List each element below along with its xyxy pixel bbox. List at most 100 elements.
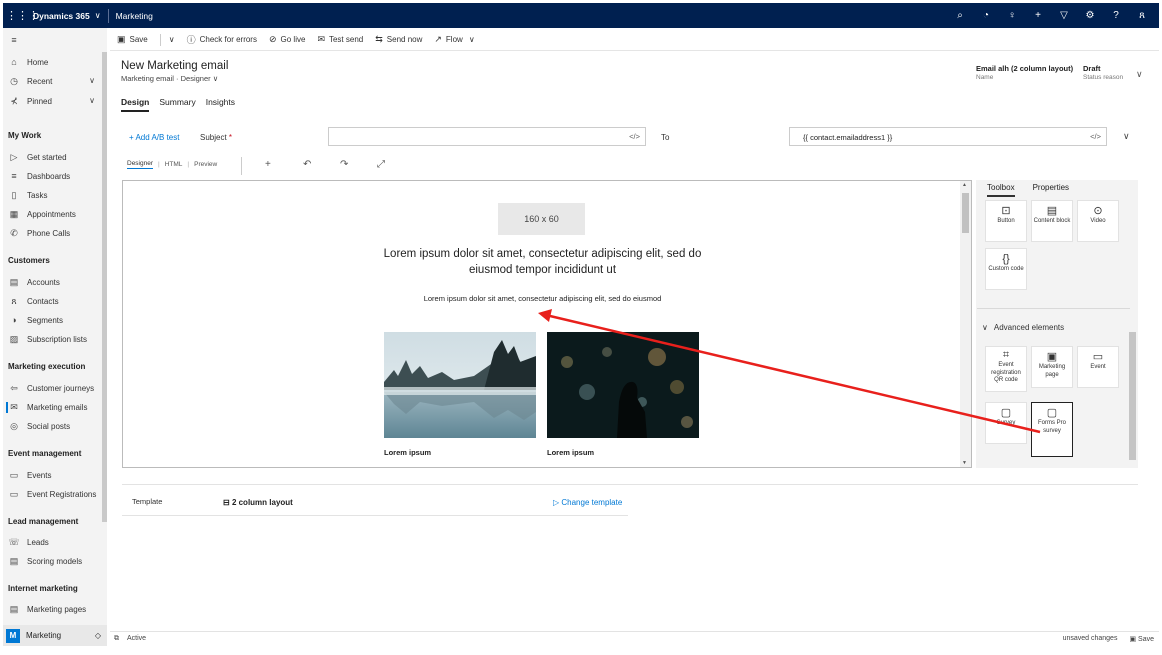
chevron-down-icon[interactable]: ∨ <box>89 96 95 105</box>
sidebar-item-subscription-lists[interactable]: ▨ Subscription lists <box>8 334 87 345</box>
forms-pro-survey-tile[interactable]: ▢ Forms Pro survey <box>1031 402 1073 457</box>
email-heading[interactable]: Lorem ipsum dolor sit amet, consectetur … <box>370 246 715 278</box>
send-icon: ⇆ <box>375 34 383 44</box>
sidebar-item-tasks[interactable]: ▯ Tasks <box>8 190 48 201</box>
qr-icon: ⌗ <box>1002 349 1010 361</box>
scroll-down-icon[interactable]: ▼ <box>962 460 967 466</box>
to-field[interactable]: {{ contact.emailaddress1 }} </> <box>789 127 1107 146</box>
custom-code-tile[interactable]: {} Custom code <box>985 248 1027 290</box>
app-launcher-icon[interactable]: ⋮⋮⋮ <box>6 9 39 22</box>
canvas-scrollbar[interactable]: ▲ ▼ <box>960 181 971 467</box>
video-tile[interactable]: ⊙ Video <box>1077 200 1119 242</box>
code-icon[interactable]: </> <box>1090 132 1101 141</box>
status-bar: ⧉ Active unsaved changes ▣ Save <box>110 631 1159 646</box>
save-options-button[interactable]: ∨ <box>169 35 175 44</box>
event-tile[interactable]: ▭ Event <box>1077 346 1119 388</box>
sidebar-item-customer-journeys[interactable]: ⇦ Customer journeys <box>8 383 94 394</box>
sidebar-item-phone-calls[interactable]: ✆ Phone Calls <box>8 228 70 239</box>
plus-icon[interactable]: + <box>1025 10 1051 21</box>
phone-icon: ✆ <box>10 228 18 238</box>
redo-icon[interactable]: ↷ <box>340 159 348 170</box>
gear-icon[interactable]: ⚙ <box>1077 10 1103 21</box>
area-switcher[interactable]: M Marketing ◇ <box>3 625 107 646</box>
toolbox-scrollbar[interactable] <box>1128 201 1137 468</box>
caption-left[interactable]: Lorem ipsum <box>384 448 431 457</box>
code-icon[interactable]: </> <box>629 132 640 141</box>
area-label: Marketing <box>26 631 62 640</box>
sidebar-item-marketing-pages[interactable]: ▤ Marketing pages <box>8 604 86 615</box>
sidebar-item-dashboards[interactable]: ≡ Dashboards <box>8 171 70 181</box>
sidebar-item-pinned[interactable]: ⊀ Pinned <box>8 96 52 107</box>
sidebar-scrollbar[interactable] <box>102 52 107 522</box>
form-selector[interactable]: Marketing email · Designer ∨ <box>121 74 218 83</box>
template-value[interactable]: ⊟ 2 column layout <box>223 498 293 507</box>
task-icon[interactable]: ◔ <box>973 10 999 21</box>
header-expand-chevron-icon[interactable]: ∨ <box>1136 69 1143 80</box>
sidebar-item-marketing-emails[interactable]: ✉ Marketing emails <box>6 402 87 413</box>
content-block-tile[interactable]: ▤ Content block <box>1031 200 1073 242</box>
sidebar-item-accounts[interactable]: ▤ Accounts <box>8 277 60 288</box>
chevron-down-icon[interactable]: ∨ <box>95 11 101 20</box>
tab-properties[interactable]: Properties <box>1033 183 1069 197</box>
sidebar-item-social-posts[interactable]: ◎ Social posts <box>8 421 70 432</box>
sidebar-item-get-started[interactable]: ▷ Get started <box>8 152 67 163</box>
sidebar-item-home[interactable]: ⌂ Home <box>8 57 48 67</box>
subject-field[interactable]: </> <box>328 127 646 146</box>
help-icon[interactable]: ? <box>1103 10 1129 21</box>
marketing-page-tile[interactable]: ▣ Marketing page <box>1031 346 1073 388</box>
send-now-button[interactable]: ⇆ Send now <box>375 34 422 45</box>
tab-toolbox[interactable]: Toolbox <box>987 183 1015 197</box>
app-name[interactable]: Dynamics 365 <box>33 11 90 21</box>
go-live-button[interactable]: ⊘ Go live <box>269 34 305 45</box>
tab-summary[interactable]: Summary <box>159 97 195 112</box>
sidebar-item-event-registrations[interactable]: ▭ Event Registrations <box>8 489 97 500</box>
scroll-up-icon[interactable]: ▲ <box>962 182 967 188</box>
save-button[interactable]: ▣ Save <box>117 34 148 45</box>
tab-designer[interactable]: Designer <box>127 160 154 169</box>
sidebar-item-events[interactable]: ▭ Events <box>8 470 52 481</box>
open-window-icon[interactable]: ⧉ <box>114 635 119 643</box>
tab-html[interactable]: HTML <box>165 161 183 168</box>
user-icon[interactable]: ጸ <box>1129 10 1155 21</box>
add-ab-test-button[interactable]: + Add A/B test <box>129 133 179 142</box>
tab-preview[interactable]: Preview <box>194 161 217 168</box>
check-circle-icon: ⊘ <box>268 34 277 44</box>
forest-lake-image[interactable] <box>384 332 536 438</box>
video-icon: ⊙ <box>1093 205 1103 217</box>
sidebar-item-contacts[interactable]: ጸ Contacts <box>8 296 58 307</box>
sidebar-item-segments[interactable]: ◑ Segments <box>8 315 63 325</box>
sidebar-item-scoring-models[interactable]: ▤ Scoring models <box>8 556 82 567</box>
event-icon: ▭ <box>9 470 19 480</box>
add-icon[interactable]: + <box>265 159 271 170</box>
flow-icon: ↗ <box>434 34 442 44</box>
undo-icon[interactable]: ↶ <box>303 159 311 170</box>
test-send-button[interactable]: ✉ Test send <box>317 34 363 45</box>
flow-button[interactable]: ↗ Flow ∨ <box>434 34 474 45</box>
contact-icon: ጸ <box>11 296 17 306</box>
caption-right[interactable]: Lorem ipsum <box>547 448 594 457</box>
tab-design[interactable]: Design <box>121 97 150 112</box>
chevron-down-icon[interactable]: ∨ <box>89 76 95 85</box>
survey-icon: ▢ <box>1000 407 1012 419</box>
change-template-link[interactable]: ▷ Change template <box>553 498 622 507</box>
sidebar-item-leads[interactable]: ☏ Leads <box>8 537 48 548</box>
sidebar-item-recent[interactable]: ◷ Recent <box>8 76 52 87</box>
image-placeholder[interactable]: 160 x 60 <box>498 203 585 235</box>
button-tile[interactable]: ⊡ Button <box>985 200 1027 242</box>
expand-chevron-icon[interactable]: ∨ <box>1123 131 1130 142</box>
sidebar-item-appointments[interactable]: ▦ Appointments <box>8 209 76 220</box>
lightbulb-icon[interactable]: ♀ <box>999 10 1025 21</box>
fullscreen-icon[interactable]: ⤢ <box>377 159 385 170</box>
status-save-button[interactable]: ▣ Save <box>1129 635 1154 643</box>
event-qr-tile[interactable]: ⌗ Event registration QR code <box>985 346 1027 392</box>
check-errors-button[interactable]: ⓘ Check for errors <box>187 33 257 46</box>
email-paragraph[interactable]: Lorem ipsum dolor sit amet, consectetur … <box>370 294 715 303</box>
hamburger-icon[interactable]: ≡ <box>8 35 27 45</box>
tab-insights[interactable]: Insights <box>206 97 235 112</box>
search-icon[interactable]: ⌕ <box>947 10 973 21</box>
swap-icon[interactable]: ◇ <box>95 631 101 640</box>
filter-icon[interactable]: ▽ <box>1051 10 1077 21</box>
survey-tile[interactable]: ▢ Survey <box>985 402 1027 444</box>
advanced-elements-header[interactable]: ∨ Advanced elements <box>982 323 1064 332</box>
city-night-image[interactable] <box>547 332 699 438</box>
